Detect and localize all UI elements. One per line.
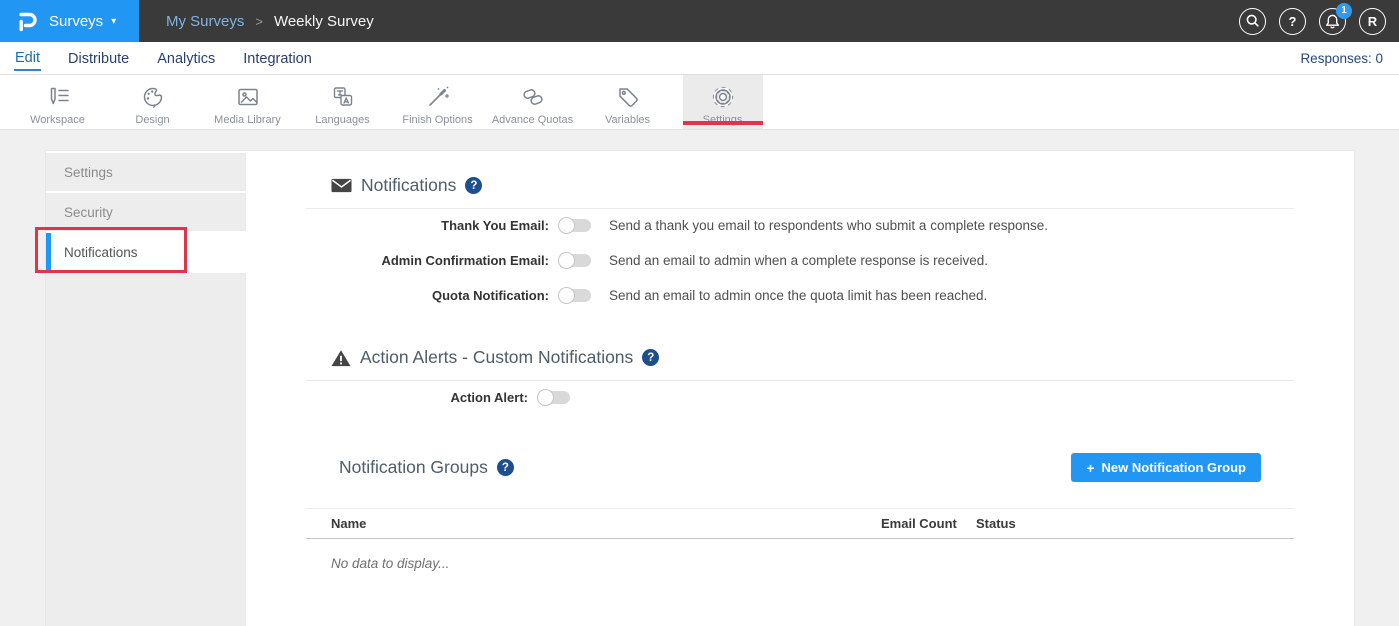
admin-confirmation-email-row: Admin Confirmation Email: Send an email … <box>306 244 1294 276</box>
translate-icon <box>330 84 356 110</box>
toolbar-label: Advance Quotas <box>492 114 573 126</box>
toolbar-item-workspace[interactable]: Workspace <box>10 75 105 129</box>
action-alert-row: Action Alert: <box>306 381 1294 413</box>
tab-distribute[interactable]: Distribute <box>67 47 130 70</box>
column-name: Name <box>306 516 881 531</box>
settings-gear-icon <box>710 84 736 110</box>
sidebar-filler <box>46 273 246 626</box>
tag-icon <box>615 84 641 110</box>
new-notification-group-button[interactable]: + New Notification Group <box>1071 453 1261 482</box>
toggle-label: Quota Notification: <box>306 288 549 303</box>
toggle-label: Thank You Email: <box>306 218 549 233</box>
breadcrumb-parent[interactable]: My Surveys <box>166 13 244 30</box>
plus-icon: + <box>1086 460 1094 476</box>
image-icon <box>235 84 261 110</box>
column-status: Status <box>976 516 1294 531</box>
dropdown-caret-icon: ▾ <box>111 16 116 27</box>
toolbar-item-advance-quotas[interactable]: Advance Quotas <box>485 75 580 129</box>
notifications-section-title: Notifications ? <box>306 175 1294 196</box>
toolbar-label: Languages <box>315 114 369 126</box>
toggle-description: Send a thank you email to respondents wh… <box>609 218 1048 233</box>
toolbar-item-languages[interactable]: Languages <box>295 75 390 129</box>
notification-groups-help-icon[interactable]: ? <box>497 459 514 476</box>
action-alert-toggle[interactable] <box>538 391 570 404</box>
breadcrumb: My Surveys > Weekly Survey <box>166 13 374 30</box>
tab-analytics[interactable]: Analytics <box>156 47 216 70</box>
magic-wand-icon <box>425 84 451 110</box>
section-title-text: Action Alerts - Custom Notifications <box>360 347 633 368</box>
sidebar-item-settings[interactable]: Settings <box>46 153 246 191</box>
annotation-notifications-box <box>35 227 187 273</box>
toggle-label: Admin Confirmation Email: <box>306 253 549 268</box>
survey-nav: Edit Distribute Analytics Integration Re… <box>0 42 1399 75</box>
workspace-icon <box>45 84 71 110</box>
toolbar-label: Design <box>135 114 169 126</box>
topbar-actions: ? 1 R <box>1239 8 1386 35</box>
chain-link-icon <box>520 84 546 110</box>
breadcrumb-separator: > <box>255 14 263 29</box>
settings-card: Settings Security Notifications Notifica… <box>45 150 1355 626</box>
tab-edit[interactable]: Edit <box>14 46 41 71</box>
toggle-knob <box>558 217 575 234</box>
action-alerts-section-title: Action Alerts - Custom Notifications ? <box>306 347 1294 368</box>
toggle-knob <box>558 287 575 304</box>
notifications-button[interactable]: 1 <box>1319 8 1346 35</box>
notification-groups-header: Notification Groups ? + New Notification… <box>306 453 1294 482</box>
notifications-content: Notifications ? Thank You Email: Send a … <box>246 151 1354 626</box>
settings-sidebar: Settings Security Notifications <box>46 151 246 626</box>
toggle-description: Send an email to admin when a complete r… <box>609 253 988 268</box>
action-alerts-help-icon[interactable]: ? <box>642 349 659 366</box>
toolbar-item-media-library[interactable]: Media Library <box>200 75 295 129</box>
notification-groups-title: Notification Groups ? <box>306 457 514 478</box>
quota-notification-row: Quota Notification: Send an email to adm… <box>306 279 1294 311</box>
annotation-settings-underline <box>683 121 763 125</box>
notification-badge: 1 <box>1336 3 1352 19</box>
toolbar-label: Variables <box>605 114 650 126</box>
tab-integration[interactable]: Integration <box>242 47 313 70</box>
toggle-knob <box>558 252 575 269</box>
avatar-initial: R <box>1368 14 1377 29</box>
breadcrumb-current: Weekly Survey <box>274 13 374 30</box>
admin-confirmation-email-toggle[interactable] <box>559 254 591 267</box>
toolbar-item-finish-options[interactable]: Finish Options <box>390 75 485 129</box>
help-button[interactable]: ? <box>1279 8 1306 35</box>
toolbar-label: Workspace <box>30 114 85 126</box>
topbar: Surveys ▾ My Surveys > Weekly Survey ? <box>0 0 1399 42</box>
new-group-label: New Notification Group <box>1102 460 1246 475</box>
thank-you-email-toggle[interactable] <box>559 219 591 232</box>
notifications-help-icon[interactable]: ? <box>465 177 482 194</box>
groups-table-header: Name Email Count Status <box>306 508 1294 539</box>
envelope-icon <box>331 178 352 193</box>
help-icon: ? <box>1289 14 1297 29</box>
toolbar-item-variables[interactable]: Variables <box>580 75 675 129</box>
section-title-text: Notification Groups <box>339 457 488 478</box>
thank-you-email-row: Thank You Email: Send a thank you email … <box>306 209 1294 241</box>
quota-notification-toggle[interactable] <box>559 289 591 302</box>
section-title-text: Notifications <box>361 175 456 196</box>
responses-count[interactable]: Responses: 0 <box>1300 51 1383 66</box>
empty-table-message: No data to display... <box>306 556 1294 571</box>
sidebar-item-security[interactable]: Security <box>46 193 246 231</box>
product-switcher[interactable]: Surveys ▾ <box>0 0 139 42</box>
toggle-label: Action Alert: <box>306 390 528 405</box>
search-icon <box>1245 13 1261 29</box>
palette-icon <box>140 84 166 110</box>
toggle-knob <box>537 389 554 406</box>
search-button[interactable] <box>1239 8 1266 35</box>
toolbar-item-design[interactable]: Design <box>105 75 200 129</box>
toolbar-label: Media Library <box>214 114 281 126</box>
product-name: Surveys <box>49 13 103 30</box>
main-area: Settings Security Notifications Notifica… <box>0 130 1399 626</box>
column-email-count: Email Count <box>881 516 976 531</box>
questionpro-logo-icon <box>16 9 40 33</box>
toolbar-label: Finish Options <box>402 114 472 126</box>
warning-triangle-icon <box>331 349 351 367</box>
toggle-description: Send an email to admin once the quota li… <box>609 288 987 303</box>
avatar[interactable]: R <box>1359 8 1386 35</box>
